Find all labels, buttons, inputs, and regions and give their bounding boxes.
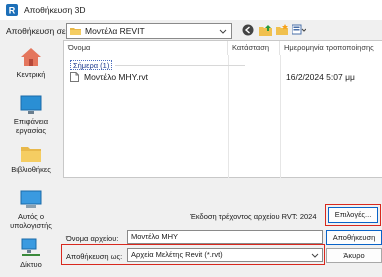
lookin-dropdown[interactable]: Μοντέλα REVIT [66, 23, 232, 39]
highlight-box-savetype [61, 244, 325, 265]
nav-toolbar [241, 23, 306, 37]
place-this-pc[interactable]: Αυτός ο υπολογιστής [0, 190, 62, 230]
options-button[interactable]: Επιλογές... [328, 207, 378, 223]
chevron-down-icon [219, 29, 227, 34]
revit-app-icon: R [6, 4, 18, 16]
group-header-today[interactable]: Σήμερα (1) [70, 60, 113, 70]
place-home-label: Κεντρική [16, 70, 46, 79]
place-network-label: Δίκτυο [20, 260, 42, 269]
window-title: Αποθήκευση 3D [24, 5, 86, 15]
file-row[interactable]: Μοντέλο ΜΗΥ.rvt 16/2/2024 5:07 μμ [68, 71, 378, 83]
place-this-pc-label: Αυτός ο υπολογιστής [10, 212, 52, 230]
places-bar: Κεντρική Επιφάνεια εργασίας Βιβλιοθήκες … [0, 40, 62, 277]
file-list[interactable]: Όνομα Κατάσταση Ημερομηνία τροποποίησης … [63, 40, 382, 179]
place-network[interactable]: Δίκτυο [0, 238, 62, 269]
title-bar: R Αποθήκευση 3D [0, 0, 382, 20]
group-divider [115, 65, 245, 66]
place-home[interactable]: Κεντρική [0, 46, 62, 79]
file-modified: 16/2/2024 5:07 μμ [286, 72, 355, 82]
view-menu-icon[interactable] [292, 23, 306, 37]
column-header-name[interactable]: Όνομα [64, 41, 228, 55]
svg-text:R: R [9, 6, 16, 16]
new-folder-icon[interactable] [275, 23, 289, 37]
place-libraries[interactable]: Βιβλιοθήκες [0, 145, 62, 174]
computer-icon [20, 190, 42, 208]
lookin-value: Μοντέλα REVIT [85, 26, 145, 36]
desktop-icon [20, 95, 42, 114]
file-name: Μοντέλο ΜΗΥ.rvt [84, 72, 149, 82]
folder-icon [70, 28, 81, 35]
libraries-folder-icon [21, 147, 41, 162]
filename-label: Όνομα αρχείου: [66, 234, 119, 243]
network-icon [21, 238, 40, 256]
column-header-modified[interactable]: Ημερομηνία τροποποίησης [280, 41, 382, 55]
save-button[interactable]: Αποθήκευση [326, 230, 382, 245]
version-label: Έκδοση τρέχοντος αρχείου RVT: 2024 [190, 212, 317, 221]
back-icon[interactable] [241, 23, 255, 37]
file-icon [70, 72, 79, 82]
home-icon [21, 48, 41, 66]
place-libraries-label: Βιβλιοθήκες [11, 165, 51, 174]
place-desktop[interactable]: Επιφάνεια εργασίας [0, 95, 62, 135]
filename-input[interactable]: Μοντέλο ΜΗΥ [127, 230, 323, 244]
cancel-button[interactable]: Άκυρο [326, 248, 382, 263]
lookin-label: Αποθήκευση σε: [6, 26, 69, 36]
place-desktop-label: Επιφάνεια εργασίας [13, 117, 49, 135]
lookin-row: Αποθήκευση σε: Μοντέλα REVIT [0, 22, 382, 40]
column-header-status[interactable]: Κατάσταση [228, 41, 280, 55]
up-folder-icon[interactable] [258, 23, 272, 37]
